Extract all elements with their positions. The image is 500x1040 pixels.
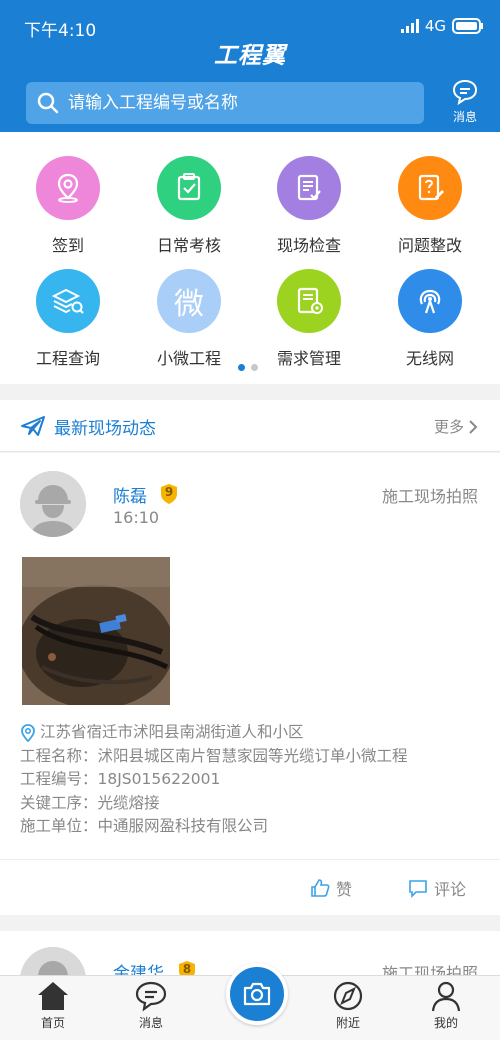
app-title: 工程翼 xyxy=(214,43,286,69)
site-photo-image xyxy=(22,557,170,705)
post-location: 江苏省宿迁市沭阳县南湖街道人和小区 xyxy=(20,721,408,745)
document-gear-icon xyxy=(297,287,323,314)
grid-item-small-project[interactable]: 微 小微工程 xyxy=(129,269,249,369)
person-icon xyxy=(431,981,461,1012)
tab-label: 附近 xyxy=(335,1016,360,1030)
grid-icon-circle xyxy=(398,156,462,220)
grid-label: 小微工程 xyxy=(156,349,221,368)
layers-search-icon xyxy=(51,288,84,314)
tab-me[interactable]: 我的 xyxy=(411,980,481,1031)
page-dot xyxy=(251,364,258,371)
message-button[interactable]: 消息 xyxy=(442,78,488,125)
chat-bubble-icon xyxy=(135,981,167,1012)
post-details: 江苏省宿迁市沭阳县南湖街道人和小区 工程名称：沭阳县城区南片智慧家园等光缆订单小… xyxy=(20,721,408,839)
chat-bubble-icon xyxy=(452,79,478,106)
clipboard-check-icon xyxy=(177,173,201,201)
post-type: 施工现场拍照 xyxy=(381,964,478,975)
project-number: 工程编号：18JS015622001 xyxy=(20,770,221,788)
wei-character-icon: 微 xyxy=(174,287,204,322)
tab-nearby[interactable]: 附近 xyxy=(313,980,383,1031)
network-type: 4G xyxy=(424,17,446,35)
grid-label: 工程查询 xyxy=(35,349,100,368)
camera-button[interactable] xyxy=(226,963,288,1025)
camera-icon xyxy=(243,982,271,1006)
battery-icon xyxy=(452,18,483,34)
page-indicator xyxy=(238,364,258,371)
location-pin-icon xyxy=(21,723,35,742)
grid-icon-circle xyxy=(398,269,462,333)
post-time: 16:10 xyxy=(113,508,160,527)
level-badge: 8 xyxy=(178,960,196,975)
grid-icon-circle xyxy=(157,156,221,220)
level-number: 8 xyxy=(182,962,192,975)
signal-icon xyxy=(400,19,419,33)
search-input[interactable] xyxy=(68,93,408,113)
checklist-icon xyxy=(297,174,321,201)
grid-icon-circle xyxy=(36,156,100,220)
grid-icon-circle: 微 xyxy=(157,269,221,333)
home-icon xyxy=(38,982,68,1010)
plane-icon xyxy=(21,416,45,436)
author-name[interactable]: 金建华 xyxy=(113,959,164,975)
grid-label: 无线网 xyxy=(405,349,454,368)
avatar[interactable] xyxy=(20,947,86,975)
site-photo[interactable] xyxy=(22,557,170,705)
grid-item-wireless[interactable]: 无线网 xyxy=(370,269,490,369)
worker-avatar-icon xyxy=(20,471,86,537)
location-text: 江苏省宿迁市沭阳县南湖街道人和小区 xyxy=(40,723,304,741)
compass-icon xyxy=(333,981,363,1011)
antenna-icon xyxy=(419,289,441,314)
level-badge: 9 xyxy=(160,483,178,505)
tab-label: 我的 xyxy=(433,1016,458,1030)
tab-messages[interactable]: 消息 xyxy=(116,980,186,1031)
grid-item-site-inspection[interactable]: 现场检查 xyxy=(249,156,369,256)
like-button[interactable]: 赞 xyxy=(310,876,352,900)
tab-label: 首页 xyxy=(40,1016,65,1030)
post-actions: 赞 评论 xyxy=(0,859,500,917)
grid-item-project-query[interactable]: 工程查询 xyxy=(8,269,128,369)
project-name: 工程名称：沭阳县城区南片智慧家园等光缆订单小微工程 xyxy=(20,746,408,765)
grid-label: 问题整改 xyxy=(397,236,462,255)
grid-label: 现场检查 xyxy=(276,236,341,255)
level-number: 9 xyxy=(164,485,174,499)
feed-header: 最新现场动态 更多 xyxy=(0,400,500,452)
grid-icon-circle xyxy=(277,269,341,333)
thumbs-up-icon xyxy=(311,879,330,897)
search-bar[interactable] xyxy=(26,82,424,124)
comment-label: 评论 xyxy=(434,880,467,899)
status-icons: 4G xyxy=(400,17,484,35)
message-label: 消息 xyxy=(452,110,477,124)
worker-avatar-icon xyxy=(20,947,86,975)
grid-item-demand-management[interactable]: 需求管理 xyxy=(249,269,369,369)
comment-icon xyxy=(409,880,427,898)
more-label: 更多 xyxy=(433,418,464,436)
grid-label: 签到 xyxy=(51,236,84,255)
search-icon xyxy=(37,92,59,114)
location-pin-icon xyxy=(57,173,79,203)
tab-label: 消息 xyxy=(138,1016,163,1030)
grid-label: 需求管理 xyxy=(276,349,341,368)
author-name[interactable]: 陈磊 xyxy=(113,482,147,507)
grid-item-sign-in[interactable]: 签到 xyxy=(8,156,128,256)
grid-icon-circle xyxy=(36,269,100,333)
grid-item-rectification[interactable]: 问题整改 xyxy=(370,156,490,256)
post-type: 施工现场拍照 xyxy=(381,487,478,506)
key-process: 关键工序：光缆熔接 xyxy=(20,793,160,812)
grid-item-daily-check[interactable]: 日常考核 xyxy=(129,156,249,256)
page-dot-active xyxy=(238,364,245,371)
grid-icon-circle xyxy=(277,156,341,220)
app-header: 下午4:10 4G 工程翼 消息 xyxy=(0,0,500,132)
question-edit-icon xyxy=(418,174,444,201)
chevron-right-icon xyxy=(469,419,478,434)
tab-home[interactable]: 首页 xyxy=(18,980,88,1031)
construction-unit: 施工单位：中通服网盈科技有限公司 xyxy=(20,817,269,835)
grid-label: 日常考核 xyxy=(156,236,221,255)
feed-post[interactable]: 陈磊 9 16:10 施工现场拍照 江苏省宿迁市沭阳县南湖街道人和小区 工程名称… xyxy=(0,453,500,915)
avatar[interactable] xyxy=(20,471,86,537)
function-grid: 签到 日常考核 现场检查 问题整改 工程查询 微 小微工程 需求管理 无线网 xyxy=(0,132,500,384)
comment-button[interactable]: 评论 xyxy=(408,876,466,900)
like-label: 赞 xyxy=(336,880,353,899)
more-link[interactable]: 更多 xyxy=(434,416,478,437)
feed-title: 最新现场动态 xyxy=(54,419,156,439)
